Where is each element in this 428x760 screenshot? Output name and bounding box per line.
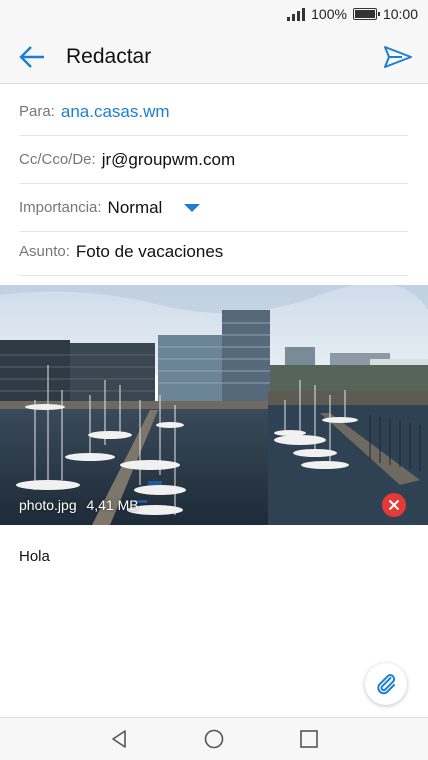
- circle-home-icon: [204, 729, 224, 749]
- send-icon: [384, 46, 412, 68]
- attachment-size: 4,41 MB: [86, 497, 139, 513]
- importance-value[interactable]: Normal: [108, 198, 163, 218]
- nav-home-button[interactable]: [203, 728, 225, 750]
- close-icon: [388, 499, 400, 511]
- importance-label: Importancia:: [19, 199, 102, 216]
- nav-back-button[interactable]: [108, 728, 130, 750]
- cc-label: Cc/Cco/De:: [19, 151, 96, 168]
- attach-button[interactable]: [365, 663, 407, 705]
- square-recents-icon: [300, 730, 318, 748]
- chevron-down-icon[interactable]: [184, 203, 201, 212]
- triangle-back-icon: [112, 730, 126, 748]
- remove-attachment-button[interactable]: [382, 493, 406, 517]
- back-button[interactable]: [14, 42, 50, 72]
- to-label: Para:: [19, 103, 55, 120]
- subject-input[interactable]: Foto de vacaciones: [76, 242, 223, 262]
- to-field[interactable]: Para: ana.casas.wm: [19, 88, 408, 136]
- nav-recents-button[interactable]: [298, 728, 320, 750]
- arrow-left-icon: [19, 46, 44, 68]
- cc-field[interactable]: Cc/Cco/De: jr@groupwm.com: [19, 136, 408, 184]
- send-button[interactable]: [382, 42, 414, 72]
- harbor-photo: [0, 285, 428, 525]
- battery-percent: 100%: [311, 6, 347, 22]
- app-bar: Redactar: [0, 30, 428, 84]
- photo-attachment[interactable]: photo.jpg 4,41 MB: [0, 285, 428, 525]
- attachment-caption: photo.jpg 4,41 MB: [19, 497, 139, 513]
- system-nav-bar: [0, 717, 428, 760]
- clock: 10:00: [382, 6, 418, 22]
- message-body[interactable]: Hola: [19, 548, 50, 565]
- signal-icon: [287, 7, 306, 21]
- cc-value[interactable]: jr@groupwm.com: [102, 150, 235, 170]
- to-recipient[interactable]: ana.casas.wm: [61, 102, 170, 122]
- attachment-filename: photo.jpg: [19, 497, 77, 513]
- battery-icon: [352, 8, 380, 20]
- subject-label: Asunto:: [19, 243, 70, 260]
- paperclip-icon: [377, 674, 396, 695]
- status-bar: 100% 10:00: [0, 0, 428, 30]
- importance-field[interactable]: Importancia: Normal: [19, 184, 408, 232]
- page-title: Redactar: [66, 45, 152, 68]
- subject-field[interactable]: Asunto: Foto de vacaciones: [19, 228, 408, 276]
